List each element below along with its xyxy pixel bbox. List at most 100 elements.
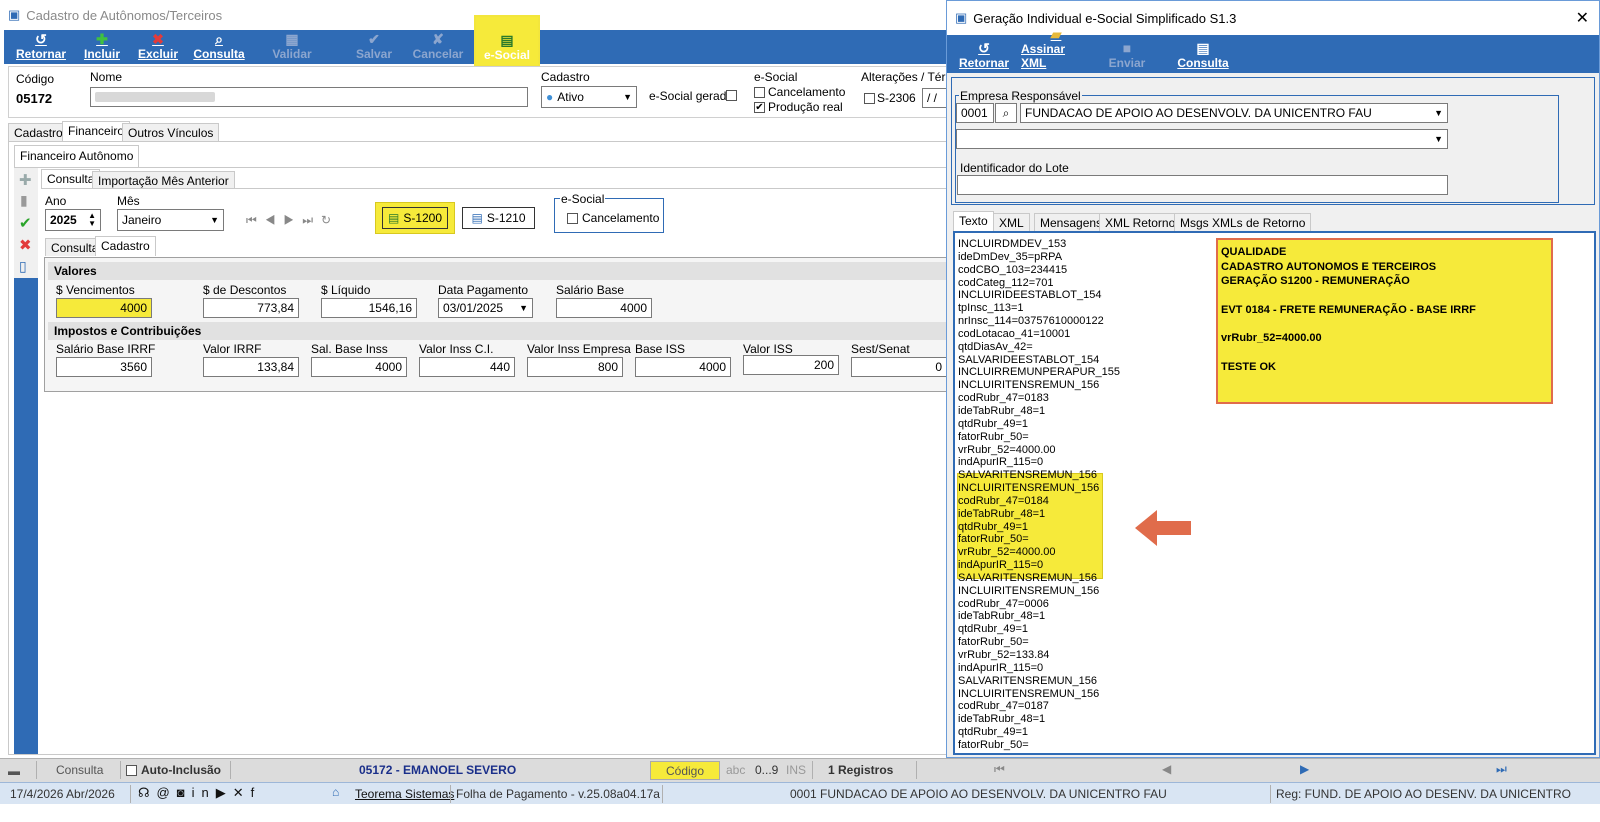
side-x-icon[interactable]: ✖ [19,236,32,254]
side-trash-icon[interactable]: ▮ [20,192,28,209]
cadastro-select[interactable]: ● Ativo ▼ [541,86,637,108]
dialog-tab-msgs-retorno[interactable]: Msgs XMLs de Retorno [1174,213,1312,231]
enviar-label: Enviar [1108,56,1146,70]
tab-financeiro-autonomo[interactable]: Financeiro Autônomo [14,145,140,167]
xml-line: SALVARIDEESTABLOT_154 [958,353,1100,366]
valor-iss-label: Valor ISS [743,342,793,356]
xml-line: codRubr_47=0187 [958,700,1049,713]
consulta-button[interactable]: ⌕ Consulta [192,30,246,64]
first-record-icon[interactable]: ⏮ [994,762,1005,777]
inss-empresa-field[interactable]: 800 [527,357,623,377]
xml-line: vrRubr_52=4000.00 [958,546,1056,559]
lote-field[interactable] [957,175,1448,195]
xml-line: INCLUIRITENSREMUN_156 [958,687,1100,700]
chevron-down-icon: ▼ [623,92,632,102]
data-pagamento-value: 03/01/2025 [443,301,504,315]
xml-text-area[interactable]: INCLUIRDMDEV_153 ideDmDev_35=pRPA codCBO_1… [953,231,1596,755]
ano-label: Ano [45,194,67,208]
footer-company: 0001 FUNDACAO DE APOIO AO DESENVOLV. DA … [790,787,1167,801]
xml-line: qtdDiasAv_42= [958,340,1033,353]
globe-icon: ● [546,90,554,104]
dialog-tab-xml-retorno[interactable]: XML Retorno [1099,213,1182,231]
cancelamento-checkbox[interactable] [754,87,765,98]
nome-field[interactable] [90,87,528,107]
tab-financeiro-autonomo-label: Financeiro Autônomo [20,149,134,163]
salvar-button[interactable]: ✔ Salvar [352,30,396,64]
sest-field[interactable]: 0 [851,357,947,377]
dialog-retornar-button[interactable]: ↺ Retornar [955,35,1013,73]
tab-outros-vinculos[interactable]: Outros Vínculos [122,123,220,141]
empresa-code-field[interactable]: 0001 [956,103,994,123]
incluir-button[interactable]: ✚ Incluir [80,30,124,64]
tab-cadastro[interactable]: Cadastro [8,123,69,141]
valor-irrf-field[interactable]: 133,84 [203,357,299,377]
s2306-checkbox[interactable] [864,93,875,104]
close-icon[interactable]: ✕ [1576,8,1589,28]
prev-record-icon[interactable]: ◀ [1162,762,1171,776]
auto-inclusao-checkbox[interactable] [126,765,137,776]
xml-line: qtdRubr_49=1 [958,417,1029,430]
excluir-button[interactable]: ✖ Excluir [136,30,180,64]
producao-real-checkbox[interactable]: ✔ [754,102,765,113]
cancelamento2-label: Cancelamento [582,211,660,225]
empresa-select[interactable]: FUNDACAO DE APOIO AO DESENVOLV. DA UNICE… [1020,103,1448,123]
valor-iss-field[interactable]: 200 [743,355,839,375]
empresa-search-button[interactable]: ⌕ [995,103,1017,123]
ano-spinner[interactable]: 2025 ▲ ▼ [45,209,101,231]
sal-inss-label: Sal. Base Inss [311,342,388,356]
send-icon: ■ [1122,40,1132,56]
nome-label: Nome [90,70,123,84]
last-record-icon[interactable]: ⏭ [1496,762,1507,777]
side-doc-icon[interactable]: ▯ [19,258,27,275]
assinar-xml-button[interactable]: ▰ Assinar XML [1021,27,1091,73]
s1210-button[interactable]: ▤ S-1210 [462,207,535,229]
cancelamento2-checkbox[interactable] [567,213,578,224]
check-icon: ✔ [368,31,380,47]
tab-sub-cadastro[interactable]: Cadastro [95,236,156,256]
side-check-icon[interactable]: ✔ [19,214,32,232]
liquido-field[interactable]: 1546,16 [321,298,417,318]
dialog-tab-mensagens[interactable]: Mensagens [1034,213,1109,231]
retornar-button[interactable]: ↺ Retornar [10,30,72,64]
dialog-consulta-button[interactable]: ▤ Consulta [1175,35,1231,73]
producao-real-label: Produção real [768,100,843,114]
xml-line: INCLUIRITENSREMUN_156 [958,379,1100,392]
data-pagamento-field[interactable]: 03/01/2025 ▼ [438,298,533,318]
dialog-tab-texto[interactable]: Texto [953,211,994,231]
mes-select[interactable]: Janeiro ▼ [117,209,224,231]
next-record-icon[interactable]: ▶ [1300,762,1309,776]
validar-label: Validar [272,47,312,61]
sal-inss-field[interactable]: 4000 [311,357,407,377]
empresa-label: Empresa Responsável [959,89,1082,103]
s1200-button[interactable]: ▤ S-1200 [382,207,448,229]
side-add-icon[interactable]: ✚ [19,171,32,189]
footer-social-icons[interactable]: ☊@◙in▶✕f [138,785,261,801]
xml-line: codRubr_47=0183 [958,392,1049,405]
descontos-field[interactable]: 773,84 [203,298,299,318]
tab-outros-vinculos-label: Outros Vínculos [128,126,214,140]
base-iss-field[interactable]: 4000 [635,357,731,377]
secondary-select[interactable]: ▼ [956,129,1448,149]
xml-line: codLotacao_41=10001 [958,327,1071,340]
tab-importacao[interactable]: Importação Mês Anterior [92,171,235,189]
chevron-down-icon: ▼ [1434,134,1443,144]
validar-button[interactable]: ▦ Validar [270,30,314,64]
esocial-header-label: e-Social [754,70,798,84]
sal-irrf-field[interactable]: 3560 [56,357,152,377]
inss-ci-field[interactable]: 440 [419,357,515,377]
note-line: vrRubr_52=4000.00 [1221,332,1322,344]
vencimentos-field[interactable]: 4000 [56,298,152,318]
main-title: Cadastro de Autônomos/Terceiros [26,7,223,23]
esocial-gerado-checkbox[interactable] [726,90,737,101]
xml-line: vrRubr_52=4000.00 [958,443,1056,456]
tab-financeiro[interactable]: Financeiro [62,121,131,141]
sal-inss-value: 4000 [375,360,402,374]
cancelar-button[interactable]: ✘ Cancelar [410,30,466,64]
record-navigator[interactable]: ⏮◀▶⏭↻ [246,213,339,228]
dialog-tab-xml[interactable]: XML [993,213,1030,231]
dialog-tab-xml-retorno-label: XML Retorno [1105,216,1176,230]
teorema-link[interactable]: Teorema Sistemas [355,787,454,801]
esocial-button[interactable]: ▤ e-Social [474,15,540,67]
enviar-button[interactable]: ■ Enviar [1107,35,1147,73]
salario-base-field[interactable]: 4000 [556,298,652,318]
